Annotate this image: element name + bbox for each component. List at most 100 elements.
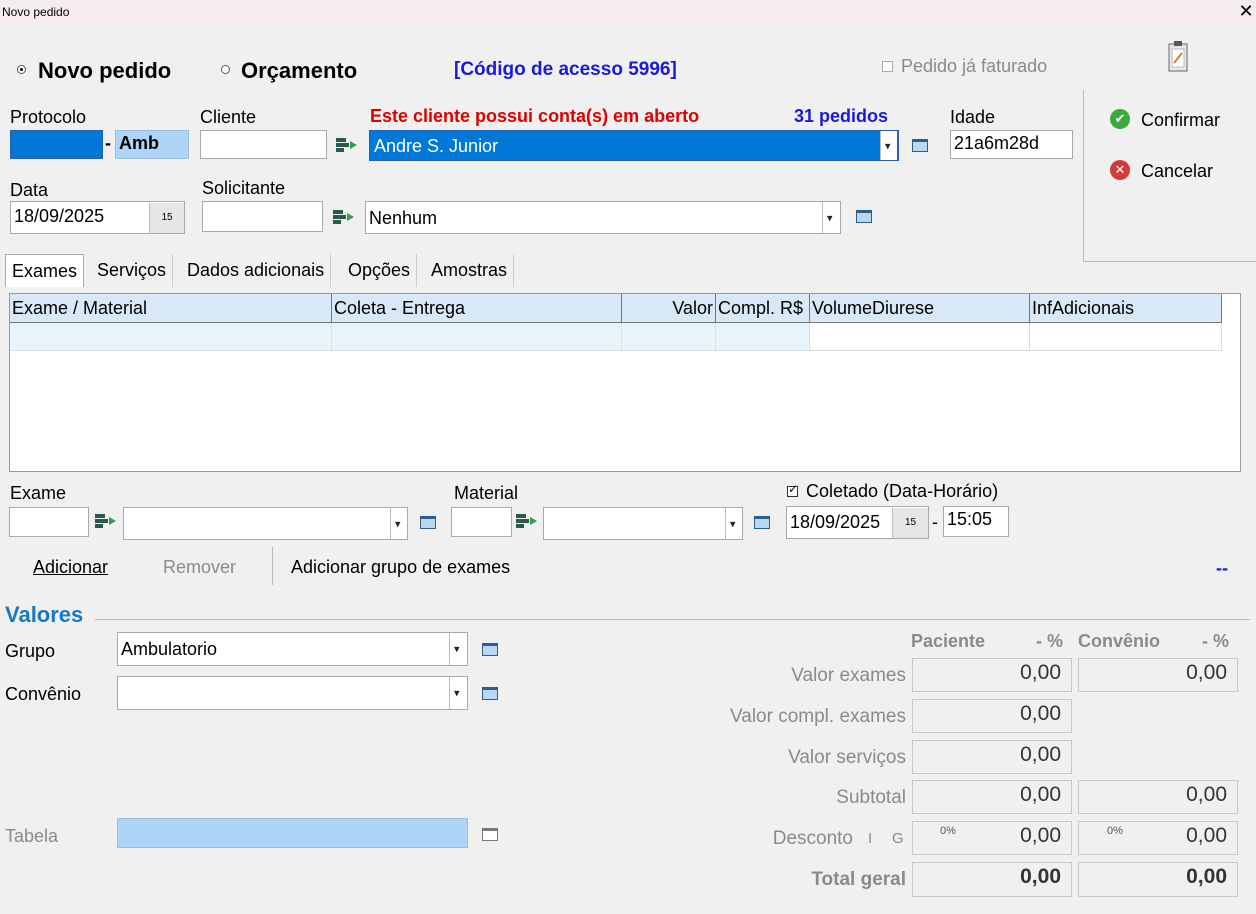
adicionar-button[interactable]: Adicionar [33, 557, 108, 578]
cliente-label: Cliente [200, 107, 257, 127]
grid-cell[interactable] [10, 323, 332, 351]
confirmar-button[interactable]: Confirmar [1141, 110, 1220, 131]
pedido-faturado-checkbox[interactable] [882, 61, 893, 72]
protocolo-input[interactable] [10, 130, 103, 159]
tab-servicos[interactable]: Serviços [91, 254, 174, 287]
tab-dados-adicionais[interactable]: Dados adicionais [181, 254, 332, 287]
solicitante-open-icon[interactable] [856, 210, 872, 223]
grid-cell[interactable] [332, 323, 622, 351]
coleta-date-value: 18/09/2025 [790, 512, 881, 532]
close-button[interactable]: ✕ [1238, 1, 1254, 22]
desconto-paciente-pct: 0% [940, 825, 956, 837]
cliente-pedidos-count[interactable]: 31 pedidos [794, 106, 888, 127]
total-geral-convenio: 0,00 [1078, 862, 1238, 897]
valor-exames-label: Valor exames [791, 665, 906, 686]
column-header-exame-material[interactable]: Exame / Material [10, 294, 332, 323]
subtotal-label: Subtotal [836, 787, 906, 808]
column-header-valor[interactable]: Valor [622, 294, 716, 323]
idade-label: Idade [950, 107, 996, 127]
material-code-input[interactable] [451, 507, 512, 537]
exame-dropdown-button[interactable] [390, 508, 407, 539]
title-bar [0, 0, 1256, 25]
grupo-value: Ambulatorio [121, 639, 218, 659]
cliente-code-input[interactable] [200, 130, 327, 159]
idade-field: 21a6m28d [950, 130, 1073, 159]
total-geral-label: Total geral [811, 869, 906, 890]
coleta-calendar-icon[interactable]: 15 [892, 508, 928, 538]
grupo-label: Grupo [5, 641, 56, 661]
cliente-open-icon[interactable] [912, 139, 928, 152]
exame-open-icon[interactable] [420, 516, 436, 529]
protocolo-label: Protocolo [10, 107, 87, 127]
time-separator: - [932, 512, 938, 532]
material-open-icon[interactable] [754, 516, 770, 529]
desconto-convenio[interactable]: 0,00 [1078, 821, 1238, 855]
desconto-g-option[interactable]: G [892, 830, 904, 847]
exame-search-icon[interactable] [95, 511, 117, 531]
convenio-open-icon[interactable] [482, 687, 498, 700]
grid-cell[interactable] [1030, 323, 1222, 351]
novo-pedido-radio[interactable] [17, 65, 26, 74]
grupo-select[interactable]: Ambulatorio [117, 632, 468, 666]
data-label: Data [10, 180, 49, 200]
calendar-icon[interactable]: 15 [149, 203, 184, 233]
exame-select[interactable] [123, 507, 408, 540]
desconto-i-option[interactable]: I [868, 830, 872, 847]
novo-pedido-label[interactable]: Novo pedido [38, 58, 171, 84]
cancelar-icon: ✕ [1110, 160, 1130, 180]
valor-compl-label: Valor compl. exames [730, 706, 906, 727]
orcamento-label[interactable]: Orçamento [241, 58, 357, 84]
solicitante-search-icon[interactable] [333, 207, 355, 227]
tab-amostras[interactable]: Amostras [425, 254, 515, 287]
subtotal-paciente: 0,00 [912, 780, 1072, 814]
material-select[interactable] [543, 507, 743, 540]
remover-button[interactable]: Remover [163, 557, 236, 578]
cliente-dropdown-button[interactable] [880, 131, 897, 160]
tabela-label: Tabela [5, 826, 59, 846]
exams-grid[interactable]: Exame / Material Coleta - Entrega Valor … [9, 293, 1241, 472]
column-header-compl[interactable]: Compl. R$ [716, 294, 810, 323]
column-header-volume-diurese[interactable]: VolumeDiurese [810, 294, 1030, 323]
solicitante-code-input[interactable] [202, 201, 323, 232]
grid-cell[interactable] [810, 323, 1030, 351]
material-search-icon[interactable] [516, 511, 538, 531]
orcamento-radio[interactable] [221, 65, 230, 74]
column-header-coleta-entrega[interactable]: Coleta - Entrega [332, 294, 622, 323]
cliente-search-icon[interactable] [336, 135, 358, 155]
grid-cell[interactable] [622, 323, 716, 351]
window-title: Novo pedido [2, 5, 70, 19]
column-header-inf-adicionais[interactable]: InfAdicionais [1030, 294, 1222, 323]
clipboard-icon[interactable] [1168, 39, 1188, 73]
tabela-field[interactable] [117, 818, 468, 848]
col-convenio-header: Convênio [1078, 631, 1161, 651]
exame-code-input[interactable] [9, 507, 89, 537]
grupo-open-icon[interactable] [482, 643, 498, 656]
convenio-dropdown-button[interactable] [449, 677, 466, 709]
tab-opcoes[interactable]: Opções [342, 254, 418, 287]
action-divider [272, 547, 273, 585]
grupo-dropdown-button[interactable] [449, 633, 466, 665]
protocolo-suffix[interactable]: Amb [115, 130, 189, 159]
coletado-checkbox[interactable] [787, 482, 798, 497]
tabela-open-icon[interactable] [482, 828, 498, 841]
material-dropdown-button[interactable] [725, 508, 742, 539]
coletado-label: Coletado (Data-Horário) [806, 481, 999, 501]
cliente-name-select[interactable]: Andre S. Junior [369, 130, 899, 161]
cliente-name-value: Andre S. Junior [374, 136, 499, 156]
exam-status: -- [1216, 558, 1228, 578]
desconto-label: Desconto [772, 828, 853, 849]
solicitante-label: Solicitante [202, 178, 286, 198]
desconto-paciente[interactable]: 0,00 [912, 821, 1072, 855]
total-geral-paciente: 0,00 [912, 862, 1072, 897]
cancelar-button[interactable]: Cancelar [1141, 161, 1213, 182]
grid-cell[interactable] [716, 323, 810, 351]
data-value: 18/09/2025 [14, 206, 105, 226]
convenio-select[interactable] [117, 676, 468, 710]
valor-servicos-label: Valor serviços [788, 747, 906, 768]
cliente-warning: Este cliente possui conta(s) em aberto [370, 106, 700, 126]
coleta-time-input[interactable]: 15:05 [943, 506, 1009, 537]
solicitante-select[interactable]: Nenhum [365, 201, 841, 234]
solicitante-dropdown-button[interactable] [822, 202, 839, 233]
tab-exames[interactable]: Exames [5, 254, 84, 287]
adicionar-grupo-button[interactable]: Adicionar grupo de exames [291, 557, 510, 578]
